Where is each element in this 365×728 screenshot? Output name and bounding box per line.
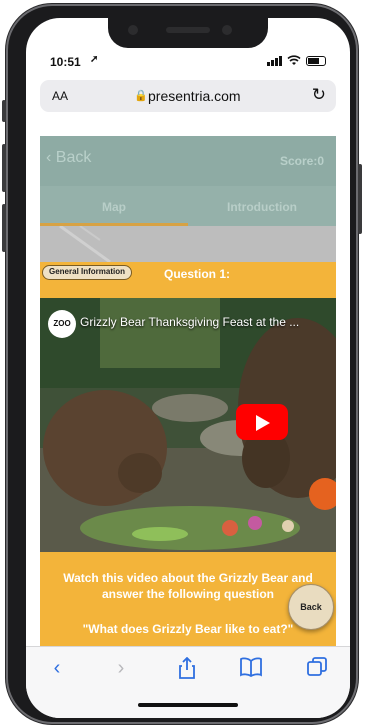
map-preview-strip bbox=[40, 224, 336, 264]
video-title[interactable]: Grizzly Bear Thanksgiving Feast at the .… bbox=[80, 315, 299, 329]
status-time: 10:51 bbox=[50, 55, 81, 69]
reload-icon[interactable]: ↻ bbox=[312, 85, 326, 105]
tab-map[interactable]: Map bbox=[40, 186, 188, 226]
score-label: Score:0 bbox=[279, 154, 324, 168]
tab-introduction[interactable]: Introduction bbox=[188, 186, 336, 226]
wifi-icon bbox=[287, 55, 301, 65]
phone-screen: 10:51 ➚ AA 🔒 presentria.com ↻ ‹ Back Sco… bbox=[26, 18, 350, 718]
battery-icon bbox=[306, 55, 326, 66]
browser-back-icon[interactable]: ‹ bbox=[42, 657, 72, 680]
browser-forward-icon[interactable]: › bbox=[106, 657, 136, 680]
youtube-play-button[interactable] bbox=[236, 404, 288, 440]
share-icon[interactable] bbox=[172, 656, 202, 685]
volume-up-button bbox=[2, 144, 6, 192]
text-size-button[interactable]: AA bbox=[52, 89, 68, 103]
status-bar: 10:51 ➚ bbox=[26, 52, 350, 72]
general-information-badge[interactable]: General Information bbox=[42, 265, 133, 280]
location-arrow-icon: ➚ bbox=[90, 54, 99, 65]
url-text[interactable]: presentria.com bbox=[148, 88, 241, 104]
video-player[interactable]: ZOO Grizzly Bear Thanksgiving Feast at t… bbox=[40, 298, 336, 552]
play-icon bbox=[256, 415, 270, 431]
map-lines bbox=[59, 224, 111, 264]
address-bar[interactable]: AA 🔒 presentria.com ↻ bbox=[40, 80, 336, 112]
volume-down-button bbox=[2, 204, 6, 252]
chevron-left-icon: ‹ bbox=[46, 149, 52, 166]
question-text: "What does Grizzly Bear like to eat?" bbox=[82, 622, 294, 636]
mute-switch bbox=[2, 100, 6, 122]
power-button bbox=[358, 164, 362, 234]
tabs-icon[interactable] bbox=[302, 657, 332, 683]
floating-back-button[interactable]: Back bbox=[288, 584, 334, 630]
home-indicator bbox=[138, 703, 238, 707]
tab-bar: Map Introduction bbox=[40, 186, 336, 226]
lock-icon: 🔒 bbox=[134, 90, 148, 102]
app-header: ‹ Back Score:0 bbox=[40, 136, 336, 186]
channel-logo: ZOO bbox=[48, 310, 76, 338]
header-back-label: Back bbox=[55, 149, 92, 166]
browser-toolbar: ‹ › bbox=[26, 646, 350, 718]
header-back-button[interactable]: ‹ Back bbox=[46, 149, 91, 167]
question-header: General Information Question 1: bbox=[40, 262, 336, 298]
video-thumbnail bbox=[40, 298, 336, 552]
question-number: Question 1: bbox=[164, 267, 231, 281]
cellular-signal-icon bbox=[267, 55, 282, 66]
bookmarks-icon[interactable] bbox=[236, 657, 266, 683]
instruction-text: Watch this video about the Grizzly Bear … bbox=[63, 571, 313, 601]
phone-frame: 10:51 ➚ AA 🔒 presentria.com ↻ ‹ Back Sco… bbox=[2, 4, 362, 724]
notch bbox=[108, 18, 268, 48]
